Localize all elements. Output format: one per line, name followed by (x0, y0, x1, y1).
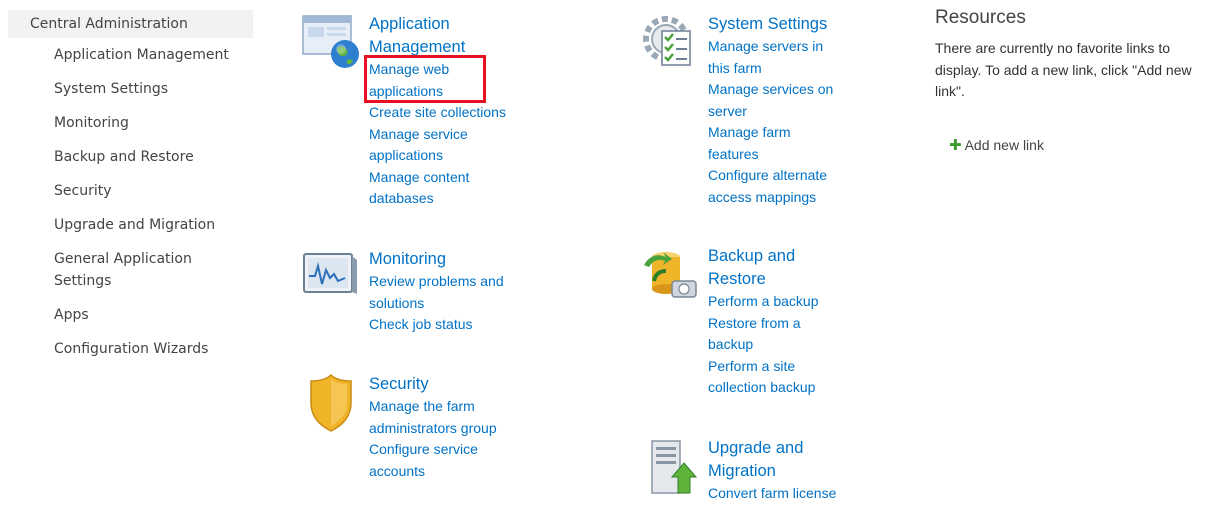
manage-service-applications-link[interactable]: Manage service applications (369, 124, 494, 167)
web-application-globe-icon (301, 13, 361, 73)
backup-restore-icon (640, 245, 700, 305)
monitoring-chart-icon (301, 248, 361, 308)
nav-item-general-application-settings[interactable]: General Application Settings (8, 248, 234, 292)
nav-items: Application Management System Settings M… (8, 44, 253, 360)
nav-item-configuration-wizards[interactable]: Configuration Wizards (8, 338, 234, 360)
manage-services-on-server-link[interactable]: Manage services on server (708, 79, 853, 122)
manage-content-databases-link[interactable]: Manage content databases (369, 167, 494, 210)
security-shield-icon (301, 373, 361, 433)
system-settings-gear-icon (640, 13, 700, 73)
nav-item-monitoring[interactable]: Monitoring (8, 112, 234, 134)
nav-item-apps[interactable]: Apps (8, 304, 234, 326)
system-settings-title[interactable]: System Settings (708, 13, 868, 36)
manage-web-applications-link[interactable]: Manage web applications (369, 59, 479, 102)
left-navigation: Central Administration Application Manag… (8, 10, 253, 372)
manage-farm-administrators-link[interactable]: Manage the farm administrators group (369, 396, 529, 439)
resources-title: Resources (935, 7, 1026, 28)
nav-central-administration[interactable]: Central Administration (8, 10, 253, 38)
backup-and-restore-title[interactable]: Backup and Restore (708, 245, 818, 291)
nav-item-backup-and-restore[interactable]: Backup and Restore (8, 146, 234, 168)
perform-site-collection-backup-link[interactable]: Perform a site collection backup (708, 356, 838, 399)
manage-farm-features-link[interactable]: Manage farm features (708, 122, 818, 165)
nav-item-system-settings[interactable]: System Settings (8, 78, 234, 100)
upgrade-migration-server-icon (640, 437, 700, 497)
create-site-collections-link[interactable]: Create site collections (369, 102, 539, 124)
add-new-link-label: Add new link (964, 137, 1044, 153)
convert-farm-license-link[interactable]: Convert farm license (708, 483, 878, 505)
upgrade-and-migration-title[interactable]: Upgrade and Migration (708, 437, 828, 483)
restore-from-a-backup-link[interactable]: Restore from a backup (708, 313, 818, 356)
resources-message: There are currently no favorite links to… (935, 40, 1192, 99)
plus-icon: ✚ (949, 137, 962, 154)
perform-a-backup-link[interactable]: Perform a backup (708, 291, 868, 313)
application-management-title[interactable]: Application Management (369, 13, 539, 59)
review-problems-link[interactable]: Review problems and solutions (369, 271, 529, 314)
check-job-status-link[interactable]: Check job status (369, 314, 539, 336)
manage-servers-link[interactable]: Manage servers in this farm (708, 36, 843, 79)
configure-service-accounts-link[interactable]: Configure service accounts (369, 439, 504, 482)
nav-item-upgrade-and-migration[interactable]: Upgrade and Migration (8, 214, 234, 236)
resources-panel: Resources There are currently no favorit… (935, 5, 1205, 154)
security-title[interactable]: Security (369, 373, 539, 396)
nav-item-application-management[interactable]: Application Management (8, 44, 234, 66)
add-new-link-button[interactable]: ✚ Add new link (949, 136, 1044, 154)
monitoring-title[interactable]: Monitoring (369, 248, 539, 271)
nav-item-security[interactable]: Security (8, 180, 234, 202)
configure-alternate-access-mappings-link[interactable]: Configure alternate access mappings (708, 165, 848, 208)
